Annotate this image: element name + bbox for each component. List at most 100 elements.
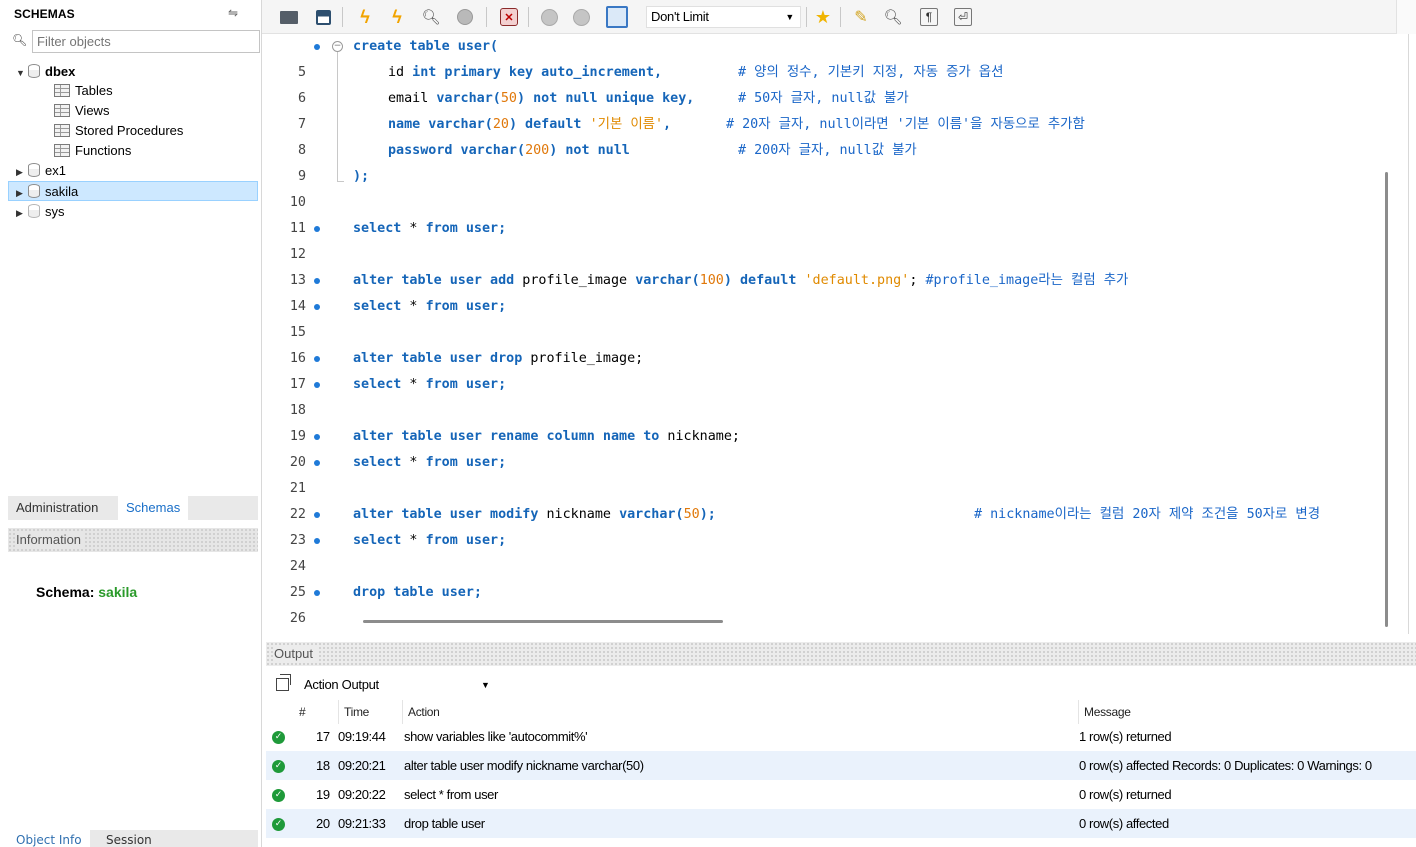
filter-objects-input[interactable] <box>32 30 260 53</box>
tab-session[interactable]: Session <box>98 830 160 847</box>
code-token: ) not null <box>549 143 630 158</box>
row-action: alter table user modify nickname varchar… <box>404 758 644 773</box>
tree-node-sakila[interactable]: ▶ sakila <box>8 181 258 201</box>
statement-marker-icon <box>314 356 320 362</box>
code-token: int primary key auto_increment, <box>404 65 663 80</box>
explain-button[interactable]: 🔍︎ <box>420 6 442 28</box>
success-check-icon: ✓ <box>272 731 285 744</box>
stop-button[interactable] <box>454 6 476 28</box>
information-header: Information <box>8 528 258 552</box>
code-token: * <box>401 299 426 314</box>
limit-rows-select[interactable]: Don't Limit ▼ <box>646 6 801 28</box>
execute-current-button[interactable]: ϟ <box>386 6 408 28</box>
tree-node-tables[interactable]: Tables <box>54 81 113 101</box>
toolbar-separator <box>806 7 807 27</box>
vertical-scrollbar[interactable] <box>1385 172 1388 627</box>
tree-node-label: Views <box>75 103 110 118</box>
expand-arrow-icon[interactable]: ▶ <box>16 183 28 203</box>
autocommit-icon <box>606 6 628 28</box>
tree-node-views[interactable]: Views <box>54 101 109 121</box>
collapse-arrow-icon[interactable]: ▼ <box>16 63 28 83</box>
folder-icon <box>280 10 298 24</box>
column-header-message[interactable]: Message <box>1078 700 1416 724</box>
execute-all-button[interactable]: ϟ <box>354 6 376 28</box>
statement-marker-icon <box>314 434 320 440</box>
tab-schemas[interactable]: Schemas <box>118 496 189 520</box>
code-text: select * from user; <box>353 450 506 476</box>
find-button[interactable]: 🔍︎ <box>882 6 904 28</box>
output-row[interactable]: ✓ 17 09:19:44 show variables like 'autoc… <box>266 722 1416 751</box>
row-num: 20 <box>316 816 330 831</box>
fold-toggle-icon[interactable]: − <box>332 41 343 52</box>
beautify-button[interactable]: ✎ <box>850 6 872 28</box>
commit-button[interactable] <box>538 6 560 28</box>
tree-node-sys[interactable]: ▶ sys <box>16 202 65 222</box>
success-check-icon: ✓ <box>272 789 285 802</box>
column-header-time[interactable]: Time <box>338 700 400 724</box>
output-title: Output <box>274 646 318 661</box>
code-token: nickname; <box>659 429 740 444</box>
tree-node-ex1[interactable]: ▶ ex1 <box>16 161 66 181</box>
statement-marker-icon <box>314 538 320 544</box>
sql-editor[interactable]: 5 − create table user( 6 id int primary … <box>266 34 1388 630</box>
table-folder-icon <box>54 84 70 97</box>
code-text: select * from user; <box>353 216 506 242</box>
navigator-tabs: Administration Schemas <box>8 496 258 520</box>
column-header-action[interactable]: Action <box>402 700 1072 724</box>
row-message: 1 row(s) returned <box>1079 729 1172 744</box>
stop-on-error-button[interactable]: ✕ <box>498 6 520 28</box>
expand-arrow-icon[interactable]: ▶ <box>16 203 28 223</box>
refresh-icon[interactable]: ⇋ <box>228 6 238 20</box>
code-line: 22 <box>266 476 1376 522</box>
magnifier-icon: 🔍︎ <box>421 9 441 26</box>
code-line: 13 <box>266 242 1376 288</box>
code-token: 'default.png' <box>804 273 910 288</box>
toolbar-separator <box>342 7 343 27</box>
column-header-num[interactable]: # <box>294 700 338 724</box>
output-row[interactable]: ✓ 19 09:20:22 select * from user 0 row(s… <box>266 780 1416 809</box>
tab-object-info[interactable]: Object Info <box>8 830 90 847</box>
code-token: nickname <box>538 507 620 522</box>
output-row[interactable]: ✓ 20 09:21:33 drop table user 0 row(s) a… <box>266 809 1416 838</box>
save-button[interactable] <box>312 6 334 28</box>
code-token: select <box>353 299 402 314</box>
code-token: user; <box>457 455 507 470</box>
autocommit-toggle[interactable] <box>606 6 628 28</box>
code-token: select <box>353 533 402 548</box>
rollback-button[interactable] <box>570 6 592 28</box>
lightning-cursor-icon: ϟ <box>392 6 402 27</box>
statement-marker-icon <box>314 512 320 518</box>
schema-info: Schema: sakila <box>36 584 137 600</box>
code-line: 20 alter table user rename column name t… <box>266 424 1376 470</box>
tree-node-functions[interactable]: Functions <box>54 141 131 161</box>
add-snippet-button[interactable]: ★ <box>812 6 834 28</box>
horizontal-scrollbar[interactable] <box>363 620 723 623</box>
output-row[interactable]: ✓ 18 09:20:21 alter table user modify ni… <box>266 751 1416 780</box>
open-file-button[interactable] <box>278 6 300 28</box>
row-time: 09:20:21 <box>338 758 386 773</box>
limit-value: Don't Limit <box>651 9 709 24</box>
error-stop-icon: ✕ <box>500 8 518 26</box>
row-time: 09:20:22 <box>338 787 386 802</box>
tab-administration[interactable]: Administration <box>8 496 106 520</box>
tree-node-dbex[interactable]: ▼ dbex <box>16 62 75 82</box>
word-wrap-button[interactable]: ⏎ <box>952 6 974 28</box>
code-line: 8 name varchar(20) default '기본 이름', # 20… <box>266 112 1376 158</box>
code-line: 23 alter table user modify nickname varc… <box>266 502 1376 548</box>
invisible-chars-button[interactable]: ¶ <box>918 6 940 28</box>
code-line: 24 select * from user; <box>266 528 1376 574</box>
code-token: name varchar( <box>388 117 493 132</box>
copy-icon[interactable] <box>276 674 291 691</box>
expand-arrow-icon[interactable]: ▶ <box>16 162 28 182</box>
tree-node-stored-procedures[interactable]: Stored Procedures <box>54 121 183 141</box>
toolbar-separator <box>486 7 487 27</box>
code-token: alter table user add <box>353 273 515 288</box>
code-token: alter table user rename column name to <box>353 429 660 444</box>
output-type-select[interactable]: Action Output ▼ <box>274 674 494 696</box>
code-token: select <box>353 455 402 470</box>
code-line: 9 password varchar(200) not null # 200자 … <box>266 138 1376 184</box>
procedure-folder-icon <box>54 124 70 137</box>
commit-check-icon <box>540 8 558 26</box>
tree-node-label: Stored Procedures <box>75 123 184 138</box>
code-comment: # 양의 정수, 기본키 지정, 자동 증가 옵션 <box>738 65 1004 80</box>
